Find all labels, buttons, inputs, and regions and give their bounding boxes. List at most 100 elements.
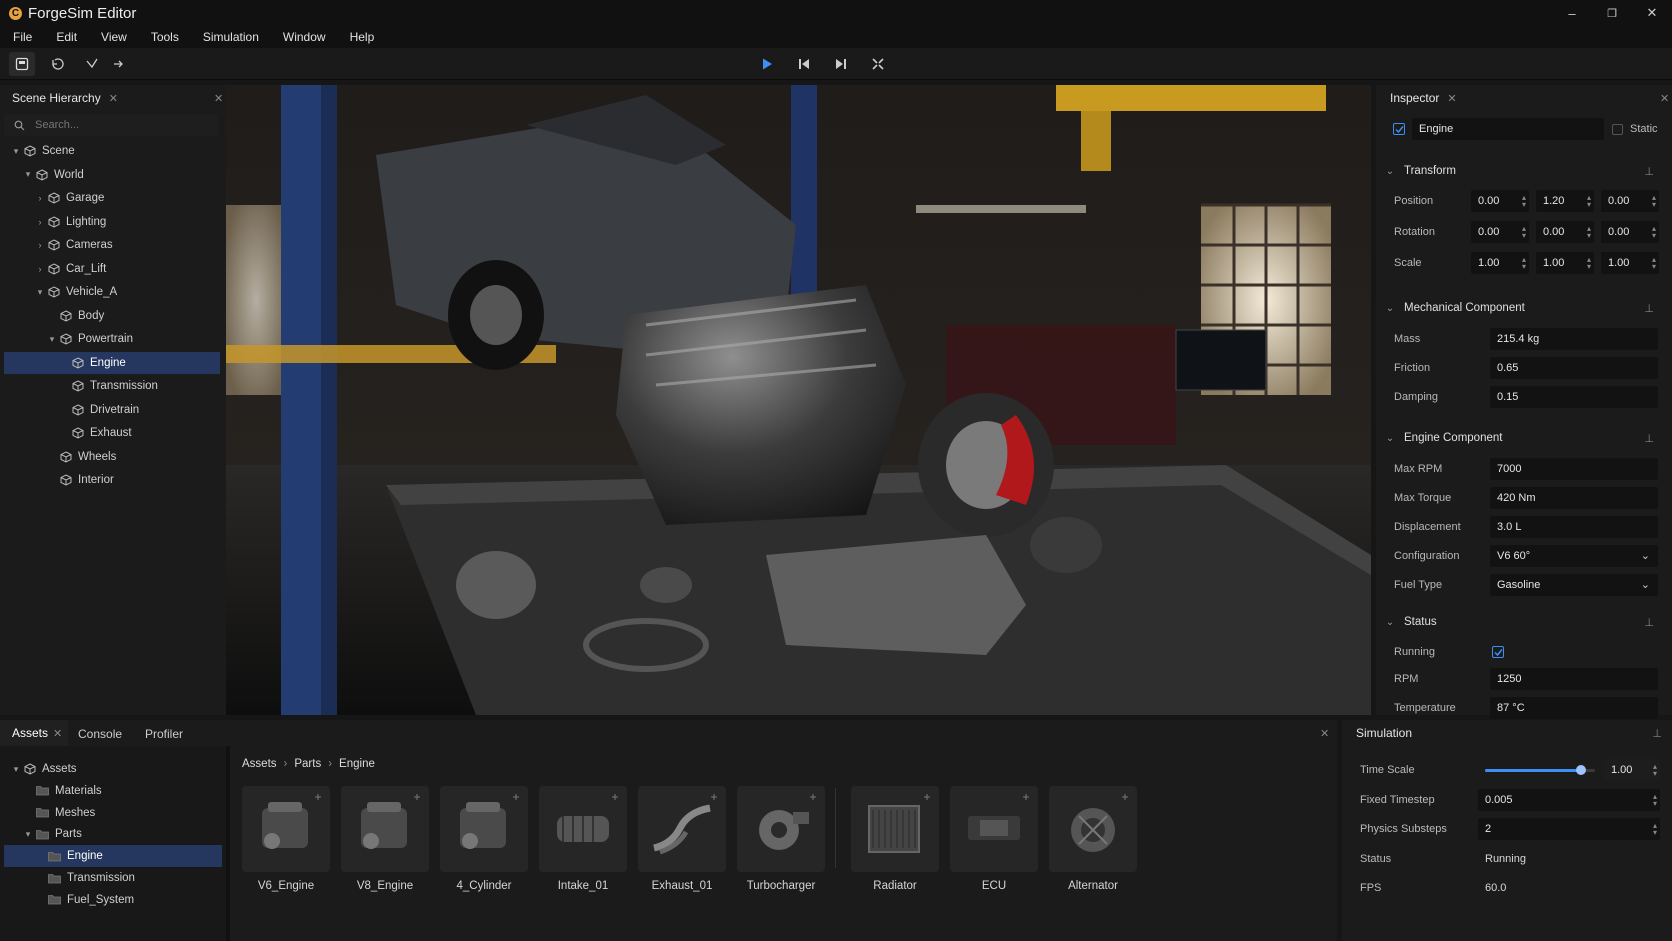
redo-button[interactable] [105,52,131,76]
hierarchy-item-interior[interactable]: Interior [4,469,220,491]
asset-card-4_cylinder[interactable] [440,786,528,872]
hierarchy-item-vehicle_a[interactable]: ▾ Vehicle_A [4,281,220,303]
status-section[interactable]: ⌄ Status ⊥ [1384,611,1664,633]
asset-tree-item-materials[interactable]: Materials [4,780,222,802]
maximize-viewport-button[interactable] [865,52,891,76]
chevron-down-icon[interactable]: ▾ [22,829,34,840]
hierarchy-item-engine[interactable]: Engine [4,351,220,374]
chevron-down-icon[interactable]: ▾ [46,334,58,345]
close-panel-icon[interactable]: ✕ [1320,727,1329,740]
tab-console[interactable]: Console [78,727,122,741]
asset-card-alternator[interactable] [1049,786,1137,872]
asset-card-v6_engine[interactable] [242,786,330,872]
spinner-icon[interactable]: ▴ ▾ [1653,763,1657,778]
spinner-icon[interactable]: ▴ ▾ [1653,793,1657,808]
chevron-down-icon[interactable]: ▾ [10,146,22,157]
hierarchy-item-transmission[interactable]: Transmission [4,375,220,397]
asset-tree-item-engine[interactable]: Engine [4,845,222,868]
menu-simulation[interactable]: Simulation [203,30,259,44]
transform-scale-z[interactable]: 1.00 ▴ ▾ [1601,252,1659,274]
transform-rotation-z[interactable]: 0.00 ▴ ▾ [1601,221,1659,243]
chevron-down-icon[interactable]: ▾ [22,169,34,180]
menu-tools[interactable]: Tools [151,30,179,44]
transform-rotation-x[interactable]: 0.00 ▴ ▾ [1471,221,1529,243]
transform-rotation-y[interactable]: 0.00 ▴ ▾ [1536,221,1594,243]
asset-tree-item-fuel_system[interactable]: Fuel_System [4,889,222,911]
active-checkbox[interactable] [1393,123,1405,135]
step-forward-button[interactable] [828,52,854,76]
tab-profiler[interactable]: Profiler [145,727,183,741]
maximize-button[interactable]: ❐ [1592,0,1632,26]
menu-window[interactable]: Window [283,30,326,44]
asset-card-intake_01[interactable] [539,786,627,872]
hierarchy-item-garage[interactable]: › Garage [4,187,220,209]
chevron-right-icon[interactable]: › [34,193,46,203]
chevron-down-icon[interactable]: ⌄ [1384,303,1396,314]
chevron-right-icon[interactable]: › [34,240,46,250]
status-temperature-field[interactable]: 87 °C [1490,697,1658,719]
spinner-icon[interactable]: ▴ ▾ [1522,256,1526,271]
spinner-icon[interactable]: ▴ ▾ [1653,822,1657,837]
asset-card-v8_engine[interactable] [341,786,429,872]
menu-file[interactable]: File [13,30,32,44]
static-checkbox[interactable] [1612,124,1623,135]
spinner-icon[interactable]: ▴ ▾ [1652,194,1656,209]
transform-scale-x[interactable]: 1.00 ▴ ▾ [1471,252,1529,274]
engine-configuration-dropdown[interactable]: V6 60° ⌄ [1490,545,1658,567]
engine-max-torque-field[interactable]: 420 Nm [1490,487,1658,509]
close-panel-icon[interactable]: ✕ [214,92,223,105]
minimize-button[interactable]: – [1552,0,1592,26]
save-button[interactable] [9,52,35,76]
undo-button[interactable] [44,52,70,76]
asset-card-ecu[interactable] [950,786,1038,872]
spinner-icon[interactable]: ▴ ▾ [1587,256,1591,271]
asset-card-exhaust_01[interactable] [638,786,726,872]
asset-tree-item-transmission[interactable]: Transmission [4,867,222,889]
spinner-icon[interactable]: ▴ ▾ [1652,256,1656,271]
chevron-down-icon[interactable]: ⌄ [1384,617,1396,628]
breadcrumb-engine[interactable]: Engine [339,758,375,770]
engine-fuel-type-dropdown[interactable]: Gasoline ⌄ [1490,574,1658,596]
play-button[interactable] [754,52,780,76]
pin-icon[interactable]: ⊥ [1644,432,1654,445]
engine-max-rpm-field[interactable]: 7000 [1490,458,1658,480]
hierarchy-item-powertrain[interactable]: ▾ Powertrain [4,328,220,350]
close-panel-icon[interactable]: ✕ [1660,92,1669,105]
time-scale-slider[interactable] [1485,765,1595,775]
hierarchy-item-car_lift[interactable]: › Car_Lift [4,258,220,280]
breadcrumb-assets[interactable]: Assets [242,758,277,770]
mechanical-section[interactable]: ⌄ Mechanical Component ⊥ [1384,297,1664,319]
mechanical-friction-field[interactable]: 0.65 [1490,357,1658,379]
chevron-right-icon[interactable]: › [34,264,46,274]
chevron-down-icon[interactable]: ⌄ [1384,166,1396,177]
hierarchy-item-wheels[interactable]: Wheels [4,446,220,468]
hierarchy-search[interactable] [4,114,218,136]
close-window-button[interactable]: ✕ [1632,0,1672,26]
tab-assets[interactable]: Assets ✕ [0,720,68,746]
time-scale-field[interactable]: 1.00 ▴ ▾ [1604,759,1660,781]
hierarchy-item-scene[interactable]: ▾ Scene [4,140,220,162]
chevron-right-icon[interactable]: › [34,217,46,227]
chevron-down-icon[interactable]: ▾ [10,764,22,775]
mechanical-mass-field[interactable]: 215.4 kg [1490,328,1658,350]
hierarchy-item-cameras[interactable]: › Cameras [4,234,220,256]
select-tool-button[interactable] [79,52,105,76]
asset-card-turbocharger[interactable] [737,786,825,872]
status-rpm-field[interactable]: 1250 [1490,668,1658,690]
chevron-down-icon[interactable]: ▾ [34,287,46,298]
close-tab-icon[interactable]: ✕ [1447,92,1456,105]
hierarchy-item-world[interactable]: ▾ World [4,164,220,186]
transform-position-y[interactable]: 1.20 ▴ ▾ [1536,190,1594,212]
object-name-field[interactable]: Engine [1412,118,1604,140]
engine-section[interactable]: ⌄ Engine Component ⊥ [1384,427,1664,449]
menu-view[interactable]: View [101,30,127,44]
transform-position-x[interactable]: 0.00 ▴ ▾ [1471,190,1529,212]
engine-displacement-field[interactable]: 3.0 L [1490,516,1658,538]
hierarchy-item-lighting[interactable]: › Lighting [4,211,220,233]
transform-position-z[interactable]: 0.00 ▴ ▾ [1601,190,1659,212]
hierarchy-search-input[interactable] [35,119,205,131]
pin-icon[interactable]: ⊥ [1652,727,1662,740]
fixed-timestep-field[interactable]: 0.005 ▴ ▾ [1478,789,1660,811]
asset-tree-item-parts[interactable]: ▾ Parts [4,823,222,845]
transform-scale-y[interactable]: 1.00 ▴ ▾ [1536,252,1594,274]
